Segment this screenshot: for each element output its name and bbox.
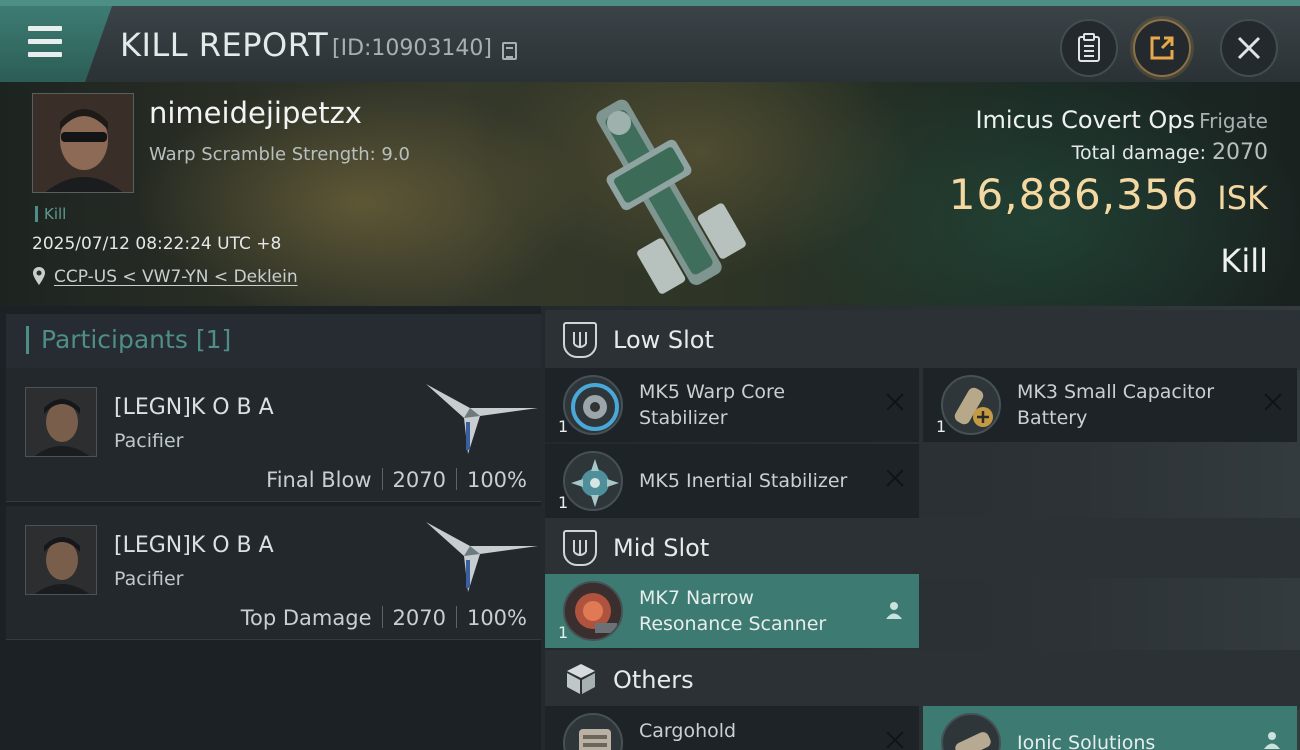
low-slot-label: Low Slot <box>613 326 714 354</box>
low-slot-icon <box>563 322 597 358</box>
participants-panel: Participants [1] [LEGN]K O B A Pacifier … <box>0 306 541 750</box>
victim-ship-line: Imicus Covert Ops Frigate <box>975 106 1268 134</box>
offline-x-icon <box>883 390 907 414</box>
participant-role: Final Blow <box>266 468 372 492</box>
report-id: [ID:10903140] <box>332 36 492 61</box>
header-bar: KILL REPORT [ID:10903140] <box>0 0 1300 82</box>
module-item[interactable]: 1 MK5 Inertial Stabilizer <box>545 444 919 518</box>
others-header: Others <box>545 650 1300 710</box>
module-name: MK7 Narrow Resonance Scanner <box>639 587 827 635</box>
participant-percent: 100% <box>466 468 527 492</box>
participant-avatar[interactable] <box>25 525 97 595</box>
participant-stats: Final Blow 2070 100% <box>266 468 527 492</box>
total-damage-label: Total damage: <box>1071 142 1206 164</box>
ionic-solutions-icon <box>941 713 1001 750</box>
module-item[interactable]: Cargohold <box>545 706 919 750</box>
module-item[interactable]: 1 MK3 Small Capacitor Battery <box>923 368 1297 442</box>
victim-banner: nimeidejipetzx Warp Scramble Strength: 9… <box>0 82 1300 306</box>
participant-ship-image <box>426 522 538 592</box>
total-damage-value: 2070 <box>1212 140 1268 165</box>
total-damage: Total damage: 2070 <box>1072 140 1268 165</box>
participant-name: [LEGN]K O B A <box>114 395 274 420</box>
fitting-panel: Low Slot 1 MK5 Warp Core Stabilizer 1 MK… <box>541 306 1300 750</box>
participant-role: Top Damage <box>240 606 372 630</box>
participant-damage: 2070 <box>392 606 446 630</box>
cargo-box-icon <box>567 664 595 694</box>
share-icon <box>1150 36 1174 60</box>
isk-unit: ISK <box>1217 179 1268 217</box>
kill-tag: Kill <box>35 206 66 222</box>
victim-ship-class: Frigate <box>1199 109 1268 133</box>
location-pin-icon <box>33 267 45 285</box>
module-name: Cargohold <box>639 720 737 742</box>
module-item[interactable]: 1 MK5 Warp Core Stabilizer <box>545 368 919 442</box>
module-item[interactable]: Ionic Solutions <box>923 706 1297 750</box>
cargohold-icon <box>563 713 623 750</box>
module-name: MK3 Small Capacitor Battery <box>1017 381 1215 429</box>
copy-icon[interactable] <box>502 42 517 60</box>
inertial-stabilizer-icon <box>563 451 623 511</box>
mid-slot-header: Mid Slot <box>545 518 1300 578</box>
participants-count: [1] <box>195 325 232 354</box>
isk-value-line: 16,886,356 ISK <box>949 170 1268 219</box>
mid-slot-label: Mid Slot <box>613 534 710 562</box>
close-button[interactable] <box>1220 19 1278 77</box>
participant-avatar[interactable] <box>25 387 97 457</box>
offline-x-icon <box>883 728 907 750</box>
victim-avatar[interactable] <box>32 93 134 193</box>
participant-row[interactable]: [LEGN]K O B A Pacifier Final Blow 2070 100… <box>6 368 541 502</box>
page-title: KILL REPORT <box>120 26 329 64</box>
others-label: Others <box>613 666 694 694</box>
module-name: MK5 Inertial Stabilizer <box>639 470 848 492</box>
user-icon <box>1264 732 1280 749</box>
participant-ship: Pacifier <box>114 568 184 590</box>
module-quantity: 1 <box>558 623 569 642</box>
participant-name: [LEGN]K O B A <box>114 533 274 558</box>
capacitor-battery-icon <box>941 375 1001 435</box>
clipboard-icon <box>1078 33 1100 62</box>
kill-datetime: 2025/07/12 08:22:24 UTC +8 <box>32 234 282 254</box>
module-quantity: 1 <box>558 493 569 512</box>
participants-title: Participants [1] <box>26 326 231 354</box>
module-quantity: 1 <box>936 417 947 436</box>
warp-core-stabilizer-icon <box>563 375 623 435</box>
participant-ship-image <box>426 384 538 454</box>
victim-ship-name[interactable]: Imicus Covert Ops <box>975 106 1195 134</box>
module-item[interactable]: 1 MK7 Narrow Resonance Scanner <box>545 574 919 648</box>
close-icon <box>1237 36 1261 60</box>
user-icon <box>886 602 902 619</box>
participants-header: Participants [1] <box>6 314 541 369</box>
module-name: Ionic Solutions <box>1017 732 1156 750</box>
victim-name: nimeidejipetzx <box>149 96 362 130</box>
participant-damage: 2070 <box>392 468 446 492</box>
offline-x-icon <box>883 466 907 490</box>
location-link[interactable]: CCP-US < VW7-YN < Deklein <box>54 267 298 287</box>
warp-scramble-strength: Warp Scramble Strength: 9.0 <box>149 144 411 165</box>
mid-slot-icon <box>563 530 597 566</box>
victim-ship-image[interactable] <box>560 82 760 306</box>
participant-ship: Pacifier <box>114 430 184 452</box>
participant-row[interactable]: [LEGN]K O B A Pacifier Top Damage 2070 100… <box>6 506 541 640</box>
isk-value: 16,886,356 <box>948 170 1200 219</box>
offline-x-icon <box>1261 390 1285 414</box>
share-button[interactable] <box>1133 19 1191 77</box>
resonance-scanner-icon <box>563 581 623 641</box>
module-name: MK5 Warp Core Stabilizer <box>639 381 786 429</box>
menu-button[interactable] <box>0 6 112 82</box>
participant-stats: Top Damage 2070 100% <box>241 606 527 630</box>
module-quantity: 1 <box>558 417 569 436</box>
participant-percent: 100% <box>466 606 527 630</box>
low-slot-header: Low Slot <box>545 310 1300 370</box>
result-label: Kill <box>1220 242 1268 280</box>
clipboard-button[interactable] <box>1060 19 1118 77</box>
